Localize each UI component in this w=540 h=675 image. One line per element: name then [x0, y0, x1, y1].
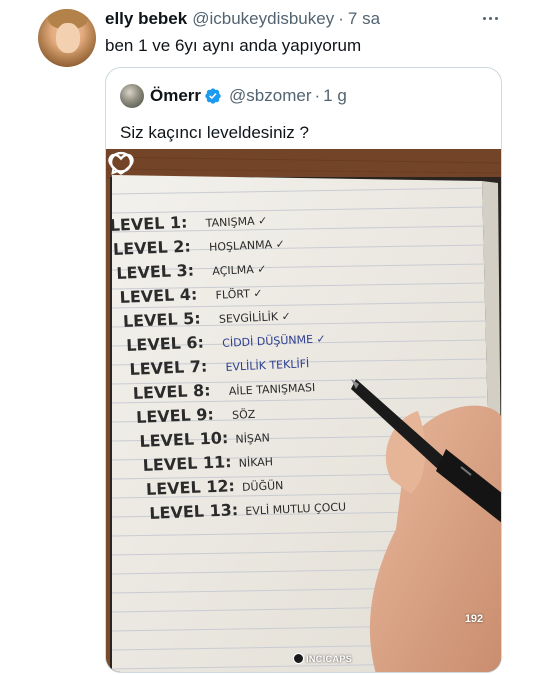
level-label: LEVEL 13:	[149, 500, 239, 523]
quoted-author-avatar[interactable]	[120, 84, 144, 108]
level-label: LEVEL 8:	[132, 381, 210, 403]
verified-badge-icon	[205, 88, 221, 104]
tweet-header: elly bebek @icbukeydisbukey · 7 sa	[105, 9, 380, 31]
level-label: LEVEL 7:	[129, 357, 207, 379]
level-label: LEVEL 3:	[116, 261, 194, 283]
level-label: LEVEL 9:	[136, 405, 214, 427]
level-label: LEVEL 4:	[119, 285, 197, 307]
video-media[interactable]: LEVEL 1: TANIŞMA ✓ LEVEL 2: HOŞLANMA ✓ LEVEL…	[106, 149, 501, 672]
level-value: SÖZ	[232, 408, 256, 422]
level-label: LEVEL 5:	[123, 309, 201, 331]
watermark: INCICAPS	[293, 653, 352, 664]
separator: ·	[338, 9, 344, 28]
level-value: NİKAH	[238, 455, 273, 469]
level-label: LEVEL 10:	[139, 428, 229, 451]
level-value: DÜĞÜN	[242, 479, 284, 494]
tweet-timestamp[interactable]: 7 sa	[348, 9, 380, 29]
quoted-tweet-text: Siz kaçıncı leveldesiniz ?	[120, 123, 309, 142]
quoted-tweet-header: Ömerr @sbzomer · 1 g	[120, 84, 347, 108]
level-label: LEVEL 6:	[126, 333, 204, 355]
quoted-timestamp[interactable]: 1 g	[323, 86, 347, 106]
more-dots-icon[interactable]	[476, 8, 504, 28]
level-value: TANIŞMA ✓	[204, 214, 267, 230]
quoted-separator: ·	[314, 86, 321, 105]
author-handle[interactable]: @icbukeydisbukey	[192, 9, 334, 29]
level-value: FLÖRT ✓	[215, 287, 263, 302]
level-value: AÇILMA ✓	[212, 262, 267, 277]
tweet[interactable]: elly bebek @icbukeydisbukey · 7 sa ben 1…	[0, 0, 540, 675]
level-label: LEVEL 1:	[109, 213, 187, 235]
quoted-author-name[interactable]: Ömerr	[150, 86, 201, 106]
author-avatar[interactable]	[38, 9, 96, 67]
quoted-author-handle[interactable]: @sbzomer	[229, 86, 311, 106]
like-count: 192	[464, 613, 484, 625]
quoted-tweet[interactable]: Ömerr @sbzomer · 1 g Siz kaçıncı levelde…	[105, 67, 502, 673]
level-label: LEVEL 12:	[146, 476, 236, 499]
level-label: LEVEL 11:	[142, 452, 232, 475]
notebook-photo: LEVEL 1: TANIŞMA ✓LEVEL 2: HOŞLANMA ✓LEVEL…	[106, 149, 501, 672]
level-value: NİŞAN	[235, 431, 270, 445]
comment-bubble-icon[interactable]	[106, 149, 136, 177]
tweet-text: ben 1 ve 6yı aynı anda yapıyorum	[105, 36, 362, 55]
author-name[interactable]: elly bebek	[105, 9, 187, 29]
level-label: LEVEL 2:	[113, 237, 191, 259]
